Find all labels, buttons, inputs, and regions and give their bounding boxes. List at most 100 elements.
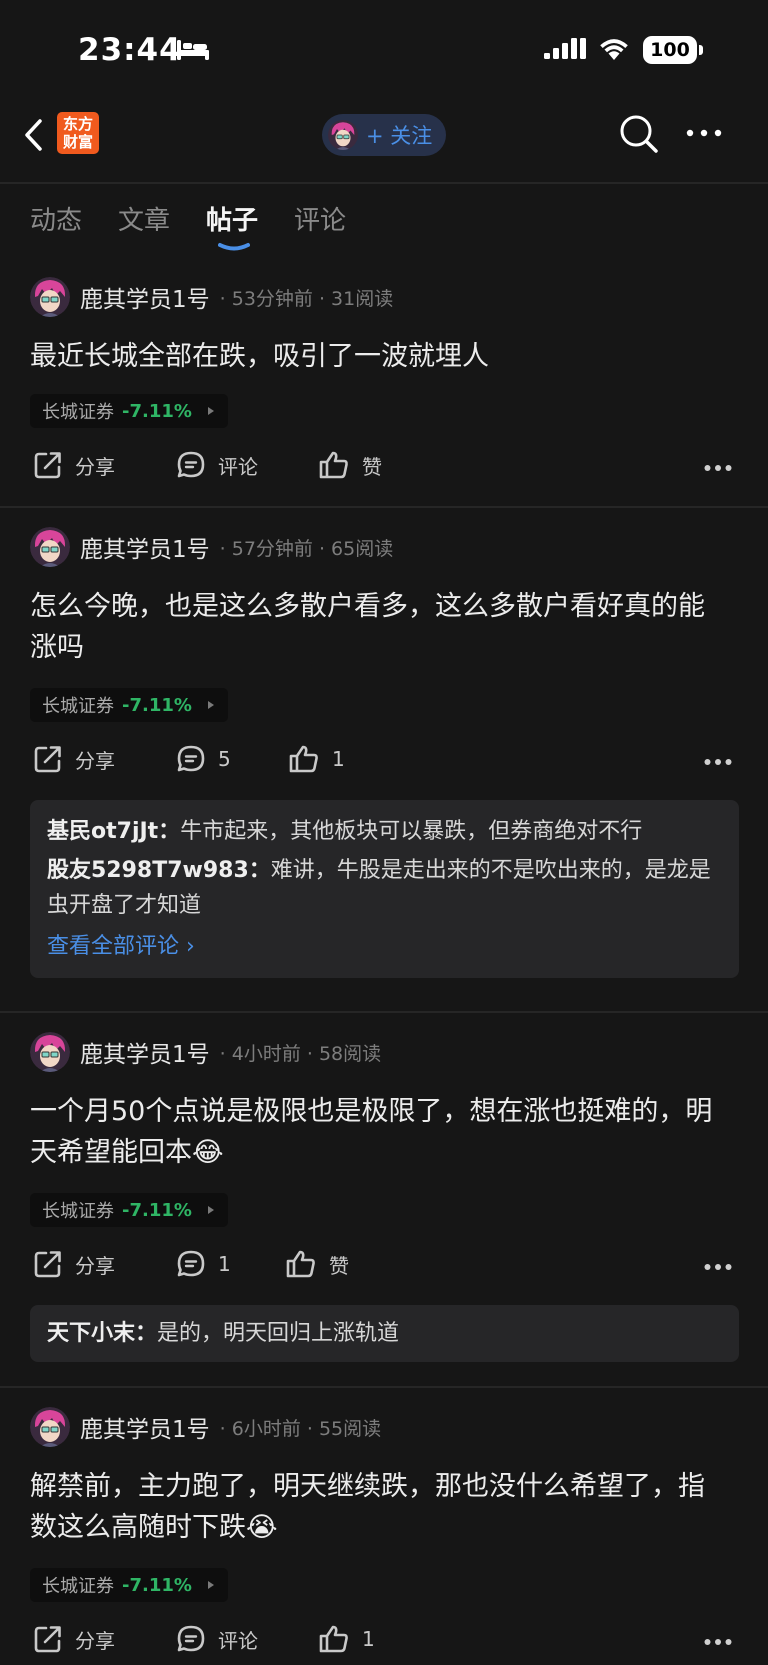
stock-arrow-icon [207, 1206, 214, 1214]
follow-label: + 关注 [366, 124, 433, 148]
comment-button[interactable]: 评论 [176, 450, 258, 480]
post-content[interactable]: 最近长城全部在跌，吸引了一波就埋人 [30, 336, 730, 377]
thumbs-up-icon [289, 745, 318, 773]
comment-preview-box[interactable]: 基民ot7jJt：牛市起来，其他板块可以暴跌，但券商绝对不行 股友5298T7w… [30, 800, 739, 978]
active-tab-indicator [218, 243, 251, 251]
post-username[interactable]: 鹿其学员1号 [80, 1035, 210, 1069]
post-content[interactable]: 解禁前，主力跑了，明天继续跌，那也没什么希望了，指数这么高随时下跌😭 [30, 1466, 730, 1548]
post-reads: 31阅读 [331, 287, 394, 310]
post-text: 一个月50个点说是极限也是极限了，想在涨也挺难的，明天希望能回本 [30, 1096, 713, 1168]
stock-arrow-icon [207, 407, 214, 415]
share-label: 分享 [75, 1253, 115, 1278]
avatar[interactable] [30, 277, 70, 317]
comment-author[interactable]: 基民ot7jJt： [47, 819, 180, 844]
like-button[interactable]: 1 [288, 744, 345, 774]
comment-preview-box[interactable]: 天下小末：是的，明天回归上涨轨道 [30, 1305, 739, 1362]
share-button[interactable]: 分享 [33, 744, 115, 774]
like-button[interactable]: 赞 [285, 1249, 349, 1279]
comment-item[interactable]: 股友5298T7w983：难讲，牛股是走出来的不是吹出来的，是龙是虫开盘了才知道 [47, 853, 722, 923]
more-icon[interactable] [686, 128, 722, 138]
comment-button[interactable]: 5 [176, 744, 231, 774]
comment-button[interactable]: 评论 [176, 1624, 258, 1654]
stock-change: -7.11% [122, 1574, 192, 1596]
more-icon[interactable] [704, 464, 732, 472]
comment-icon [177, 745, 205, 772]
like-button[interactable]: 赞 [318, 450, 382, 480]
avatar[interactable] [30, 1407, 70, 1447]
comment-icon [177, 1250, 205, 1277]
top-nav-bar: 东方 财富 + 关注 [0, 100, 768, 184]
status-time: 23:44 [78, 32, 182, 68]
view-all-comments-link[interactable]: 查看全部评论 › [47, 929, 722, 964]
comment-text: 牛市起来，其他板块可以暴跌，但券商绝对不行 [180, 819, 643, 844]
share-icon [34, 452, 61, 479]
like-label: 赞 [362, 454, 382, 479]
comment-text: 是的，明天回归上涨轨道 [157, 1321, 400, 1346]
comment-icon [177, 451, 205, 478]
comment-icon [177, 1625, 205, 1652]
thumbs-up-icon [319, 1625, 348, 1653]
eastmoney-logo[interactable]: 东方 财富 [57, 112, 99, 154]
post-username[interactable]: 鹿其学员1号 [80, 1410, 210, 1444]
post-meta: · 53分钟前 · 31阅读 [219, 287, 394, 310]
post-meta: · 6小时前 · 55阅读 [219, 1417, 382, 1440]
more-icon[interactable] [704, 758, 732, 766]
cellular-signal-icon [544, 38, 586, 59]
stock-change: -7.11% [122, 694, 192, 716]
share-button[interactable]: 分享 [33, 1624, 115, 1654]
post-time: 6小时前 [231, 1417, 301, 1440]
avatar[interactable] [30, 527, 70, 567]
post-content[interactable]: 一个月50个点说是极限也是极限了，想在涨也挺难的，明天希望能回本😂 [30, 1091, 730, 1173]
stock-tag[interactable]: 长城证券 -7.11% [30, 1193, 228, 1227]
back-chevron-icon[interactable] [22, 118, 44, 152]
post-card[interactable]: 鹿其学员1号 · 6小时前 · 55阅读 解禁前，主力跑了，明天继续跌，那也没什… [0, 1388, 768, 1665]
post-card[interactable]: 鹿其学员1号 · 53分钟前 · 31阅读 最近长城全部在跌，吸引了一波就埋人 … [0, 258, 768, 508]
stock-name: 长城证券 [42, 1201, 114, 1222]
comment-label: 评论 [218, 1628, 258, 1653]
share-label: 分享 [75, 454, 115, 479]
comment-author[interactable]: 天下小末： [47, 1321, 157, 1346]
stock-arrow-icon [207, 701, 214, 709]
post-header: 鹿其学员1号 · 53分钟前 · 31阅读 [30, 276, 393, 318]
post-content[interactable]: 怎么今晚，也是这么多散户看多，这么多散户看好真的能涨吗 [30, 586, 730, 668]
post-time: 53分钟前 [231, 287, 313, 310]
stock-tag[interactable]: 长城证券 -7.11% [30, 1568, 228, 1602]
post-header: 鹿其学员1号 · 57分钟前 · 65阅读 [30, 526, 393, 568]
search-icon[interactable] [619, 114, 659, 154]
share-icon [34, 1251, 61, 1278]
tab-articles[interactable]: 文章 [118, 200, 170, 252]
tab-posts[interactable]: 帖子 [206, 200, 258, 252]
post-card[interactable]: 鹿其学员1号 · 57分钟前 · 65阅读 怎么今晚，也是这么多散户看多，这么多… [0, 508, 768, 1013]
stock-tag[interactable]: 长城证券 -7.11% [30, 688, 228, 722]
post-meta: · 57分钟前 · 65阅读 [219, 537, 394, 560]
post-username[interactable]: 鹿其学员1号 [80, 280, 210, 314]
stock-name: 长城证券 [42, 402, 114, 423]
comment-button[interactable]: 1 [176, 1249, 231, 1279]
post-reads: 55阅读 [318, 1417, 382, 1440]
stock-change: -7.11% [122, 1199, 192, 1221]
comment-item[interactable]: 天下小末：是的，明天回归上涨轨道 [47, 1316, 722, 1351]
content-tabs: 动态 文章 帖子 评论 [30, 200, 382, 252]
comment-author[interactable]: 股友5298T7w983： [47, 858, 271, 883]
comment-item[interactable]: 基民ot7jJt：牛市起来，其他板块可以暴跌，但券商绝对不行 [47, 814, 722, 849]
share-button[interactable]: 分享 [33, 1249, 115, 1279]
share-icon [34, 1626, 61, 1653]
tab-dynamics[interactable]: 动态 [30, 200, 82, 252]
battery-cap [699, 45, 703, 55]
like-button[interactable]: 1 [318, 1624, 375, 1654]
tab-comments[interactable]: 评论 [294, 200, 346, 252]
more-icon[interactable] [704, 1638, 732, 1646]
post-card[interactable]: 鹿其学员1号 · 4小时前 · 58阅读 一个月50个点说是极限也是极限了，想在… [0, 1013, 768, 1388]
tab-posts-label: 帖子 [206, 206, 259, 236]
stock-change: -7.11% [122, 400, 192, 422]
avatar[interactable] [30, 1032, 70, 1072]
comment-count: 1 [218, 1252, 231, 1276]
post-header: 鹿其学员1号 · 6小时前 · 55阅读 [30, 1406, 381, 1448]
share-button[interactable]: 分享 [33, 450, 115, 480]
more-icon[interactable] [704, 1263, 732, 1271]
post-username[interactable]: 鹿其学员1号 [80, 530, 210, 564]
stock-tag[interactable]: 长城证券 -7.11% [30, 394, 228, 428]
sleep-bed-icon [177, 40, 209, 60]
like-count: 1 [332, 747, 345, 771]
follow-button[interactable]: + 关注 [322, 114, 446, 156]
